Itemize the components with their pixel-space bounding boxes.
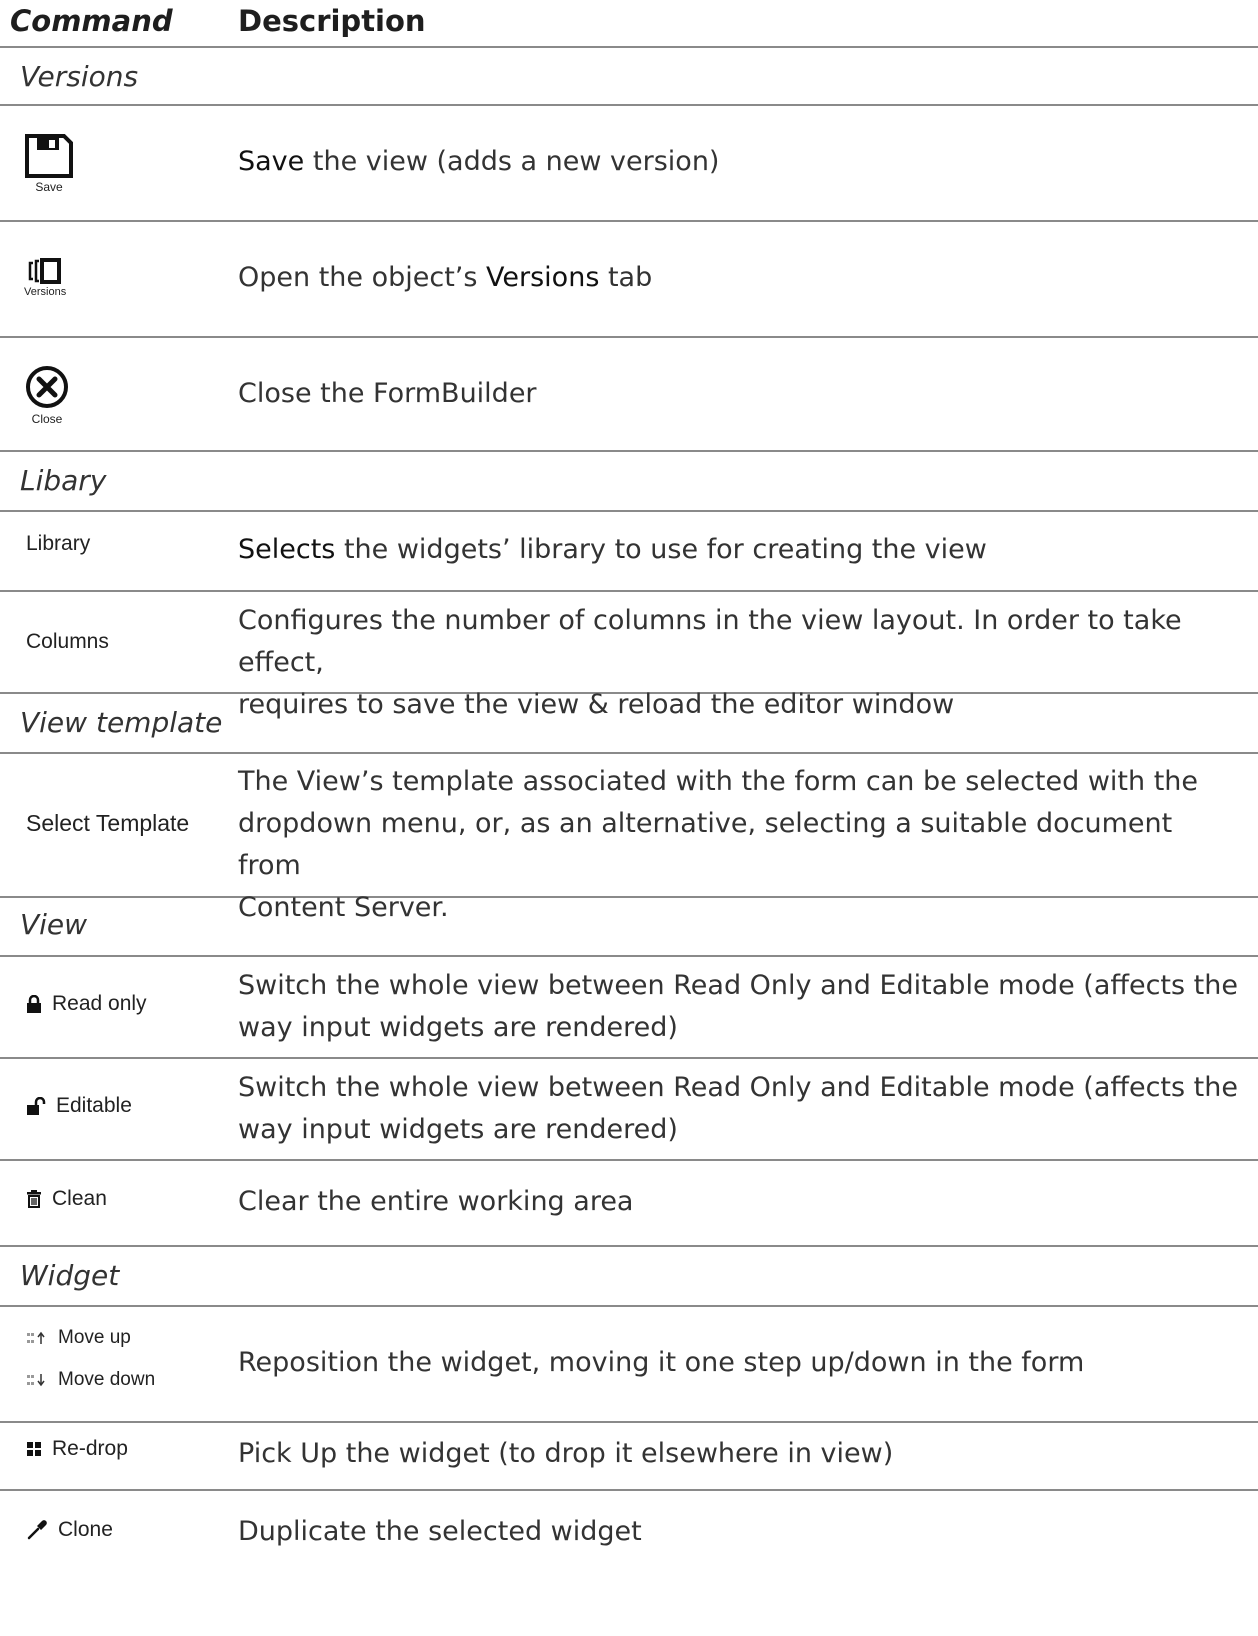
row-description: Save the view (adds a new version) bbox=[238, 141, 1238, 183]
versions-icon bbox=[28, 258, 62, 284]
dropper-icon bbox=[27, 1520, 47, 1540]
section-library: Libary bbox=[0, 452, 1258, 512]
description-line: Switch the whole view between Read Only … bbox=[238, 970, 1238, 1001]
table-row-columns: Columns Configures the number of columns… bbox=[0, 592, 1258, 720]
section-view: View bbox=[0, 898, 1258, 957]
table-row-clone: Clone Duplicate the selected widget bbox=[0, 1491, 1258, 1636]
bold-term: Selects bbox=[238, 534, 336, 565]
move-down-icon bbox=[27, 1374, 45, 1387]
read-only-button[interactable]: Read only bbox=[26, 992, 147, 1016]
table-row-save: Save Save the view (adds a new version) bbox=[0, 106, 1258, 222]
table-row-move: Move up Move down Reposition the widget,… bbox=[0, 1307, 1258, 1423]
clone-label: Clone bbox=[58, 1518, 113, 1541]
close-circle-icon bbox=[26, 366, 68, 408]
library-button[interactable]: Library bbox=[26, 532, 90, 556]
section-label: Versions bbox=[20, 60, 139, 93]
table-row-editable: Editable Switch the whole view between R… bbox=[0, 1059, 1258, 1161]
table-row-read-only: Read only Switch the whole view between … bbox=[0, 957, 1258, 1059]
columns-button[interactable]: Columns bbox=[26, 630, 109, 654]
table-header: Command Description bbox=[0, 0, 1258, 48]
save-caption: Save bbox=[35, 180, 63, 194]
description-text-end: tab bbox=[599, 262, 653, 293]
description-text: the view (adds a new version) bbox=[304, 146, 720, 177]
select-template-button[interactable]: Select Template bbox=[26, 810, 189, 837]
clean-label: Clean bbox=[52, 1187, 107, 1210]
table-row-redrop: Re-drop Pick Up the widget (to drop it e… bbox=[0, 1423, 1258, 1491]
read-only-label: Read only bbox=[52, 992, 147, 1015]
row-description: Duplicate the selected widget bbox=[238, 1516, 642, 1547]
description-text: Open the object’s bbox=[238, 262, 487, 293]
versions-caption: Versions bbox=[24, 286, 67, 298]
bold-term: Save bbox=[238, 146, 305, 177]
section-versions: Versions bbox=[0, 48, 1258, 106]
redrop-button[interactable]: Re-drop bbox=[26, 1437, 128, 1461]
section-widget: Widget bbox=[0, 1247, 1258, 1307]
table-row-close: Close Close the FormBuilder bbox=[0, 338, 1258, 452]
save-icon bbox=[25, 134, 73, 178]
row-description: Close the FormBuilder bbox=[238, 378, 537, 409]
description-line: dropdown menu, or, as an alternative, se… bbox=[238, 808, 1173, 881]
row-description: Selects the widgets’ library to use for … bbox=[238, 529, 1238, 571]
description-line: Configures the number of columns in the … bbox=[238, 605, 1182, 678]
clean-button[interactable]: Clean bbox=[26, 1187, 107, 1211]
table-row-versions: Versions Open the object’s Versions tab bbox=[0, 222, 1258, 338]
editable-label: Editable bbox=[56, 1094, 132, 1117]
move-down-button[interactable]: Move down bbox=[26, 1369, 155, 1391]
description-text: the widgets’ library to use for creating… bbox=[335, 534, 987, 565]
editable-button[interactable]: Editable bbox=[26, 1094, 132, 1118]
grid-icon bbox=[27, 1442, 41, 1456]
row-description: Switch the whole view between Read Only … bbox=[238, 1067, 1238, 1151]
row-description: Clear the entire working area bbox=[238, 1186, 634, 1217]
command-table: Command Description Versions Save Save t… bbox=[0, 0, 1258, 1636]
table-row-select-template: Select Template The View’s template asso… bbox=[0, 754, 1258, 923]
trash-icon bbox=[27, 1190, 41, 1208]
clone-button[interactable]: Clone bbox=[26, 1518, 113, 1542]
section-view-template: View template bbox=[0, 694, 1258, 754]
section-label: Libary bbox=[20, 464, 107, 497]
section-label: View template bbox=[20, 706, 223, 739]
save-command[interactable]: Save bbox=[24, 134, 74, 194]
redrop-label: Re-drop bbox=[52, 1437, 128, 1460]
move-down-label: Move down bbox=[58, 1369, 156, 1390]
move-up-icon bbox=[27, 1331, 45, 1344]
description-line: way input widgets are rendered) bbox=[238, 1114, 678, 1145]
move-up-label: Move up bbox=[58, 1327, 131, 1348]
unlock-icon bbox=[27, 1097, 46, 1115]
move-up-button[interactable]: Move up bbox=[26, 1327, 131, 1349]
description-line: The View’s template associated with the … bbox=[238, 766, 1199, 797]
close-command[interactable]: Close bbox=[24, 364, 70, 426]
lock-icon bbox=[27, 995, 41, 1013]
description-line: Switch the whole view between Read Only … bbox=[238, 1072, 1238, 1103]
table-row-clean: Clean Clear the entire working area bbox=[0, 1161, 1258, 1247]
close-caption: Close bbox=[31, 412, 63, 426]
table-row-library: Library Selects the widgets’ library to … bbox=[0, 512, 1258, 592]
section-label: View bbox=[20, 908, 88, 941]
section-label: Widget bbox=[20, 1259, 120, 1292]
header-description: Description bbox=[238, 4, 426, 38]
row-description: Open the object’s Versions tab bbox=[238, 257, 1238, 299]
row-description: Reposition the widget, moving it one ste… bbox=[238, 1347, 1085, 1378]
row-description: Pick Up the widget (to drop it elsewhere… bbox=[238, 1438, 894, 1469]
bold-term: Versions bbox=[486, 262, 600, 293]
header-command: Command bbox=[10, 4, 173, 38]
versions-command[interactable]: Versions bbox=[24, 258, 66, 298]
row-description: Switch the whole view between Read Only … bbox=[238, 965, 1238, 1049]
description-line: way input widgets are rendered) bbox=[238, 1012, 678, 1043]
